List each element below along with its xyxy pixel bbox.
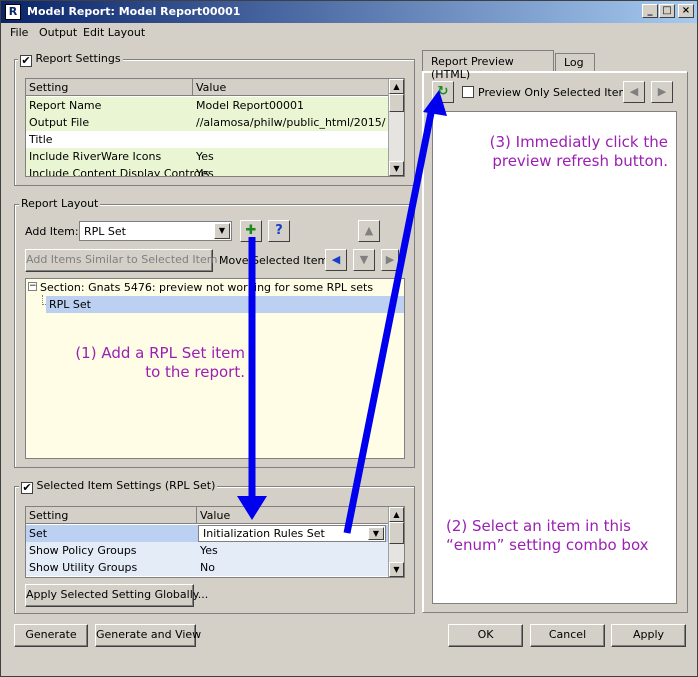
arrow-to-refresh [343,107,436,534]
tab-report-preview[interactable]: Report Preview (HTML) [422,50,554,81]
arrow-head-up-icon [423,90,447,116]
arrow-head-down-icon [237,496,267,520]
annotation-arrows [237,90,447,534]
